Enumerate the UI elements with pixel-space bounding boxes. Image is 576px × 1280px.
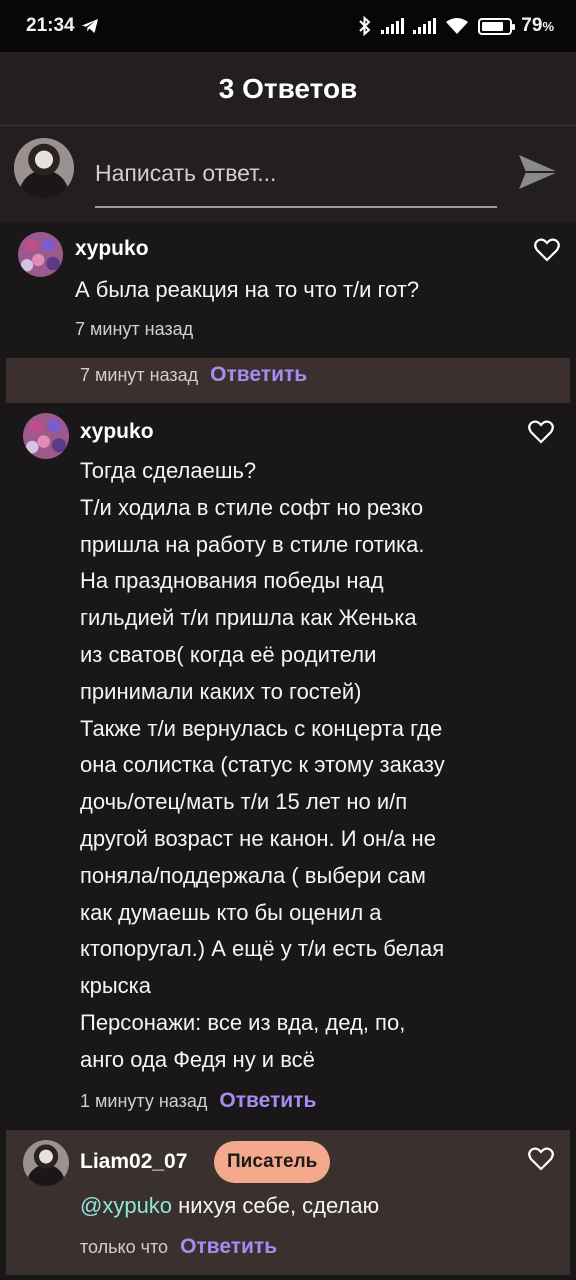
comment-time: 1 минуту назад: [80, 1090, 208, 1111]
signal-icon: [413, 18, 437, 34]
comment-author[interactable]: xypuko: [80, 420, 154, 444]
send-icon[interactable]: [516, 150, 560, 194]
signal-icon: [381, 18, 405, 34]
battery-value: 79: [521, 15, 543, 36]
avatar[interactable]: [18, 232, 63, 277]
comment-meta: только что Ответить: [80, 1233, 277, 1261]
reply-button[interactable]: Ответить: [210, 363, 307, 387]
battery-fill: [482, 21, 503, 31]
wifi-icon: [446, 18, 469, 34]
comment-body: нихуя себе, сделаю: [172, 1193, 380, 1218]
comment-meta: 7 минут назад Ответить: [80, 361, 307, 389]
page-title: 3 Ответов: [218, 72, 358, 104]
bluetooth-icon: [359, 16, 371, 36]
reply-composer: [0, 126, 576, 222]
reply-button[interactable]: Ответить: [180, 1235, 277, 1259]
avatar[interactable]: [23, 413, 69, 459]
heart-icon[interactable]: [534, 238, 560, 262]
comment-author[interactable]: xypuko: [75, 237, 149, 261]
heart-icon[interactable]: [528, 1147, 554, 1171]
battery-unit: %: [542, 19, 554, 34]
reply-input[interactable]: [95, 150, 497, 196]
mention-link[interactable]: @xypuko: [80, 1193, 172, 1218]
status-bar: 21:34 79%: [0, 0, 576, 52]
comment-text: @xypuko нихуя себе, сделаю: [80, 1188, 379, 1225]
battery-percent: 79%: [521, 15, 554, 37]
comment-time: 7 минут назад: [75, 319, 194, 339]
reply-input-wrap: [95, 150, 497, 208]
comment-author[interactable]: Liam02_07: [80, 1150, 187, 1174]
comment-text: Тогда сделаешь? Т/и ходила в стиле софт …: [80, 458, 445, 1072]
comment-time: 7 минут назад: [80, 364, 199, 385]
avatar[interactable]: [14, 138, 74, 198]
page-header: 3 Ответов: [0, 52, 576, 126]
comment-time: только что: [80, 1236, 169, 1257]
heart-icon[interactable]: [528, 420, 554, 444]
avatar[interactable]: [23, 1140, 69, 1186]
status-icons: 79%: [358, 15, 554, 37]
telegram-icon: [81, 19, 98, 33]
writer-badge: Писатель: [214, 1141, 331, 1183]
battery-icon: [478, 17, 516, 35]
reply-button[interactable]: Ответить: [219, 1089, 316, 1113]
status-time: 21:34: [26, 15, 75, 36]
comment-text: А была реакция на то что т/и гот?: [75, 277, 420, 302]
comment-meta: 1 минуту назад Ответить: [80, 1087, 316, 1115]
status-time-group: 21:34: [26, 15, 99, 37]
